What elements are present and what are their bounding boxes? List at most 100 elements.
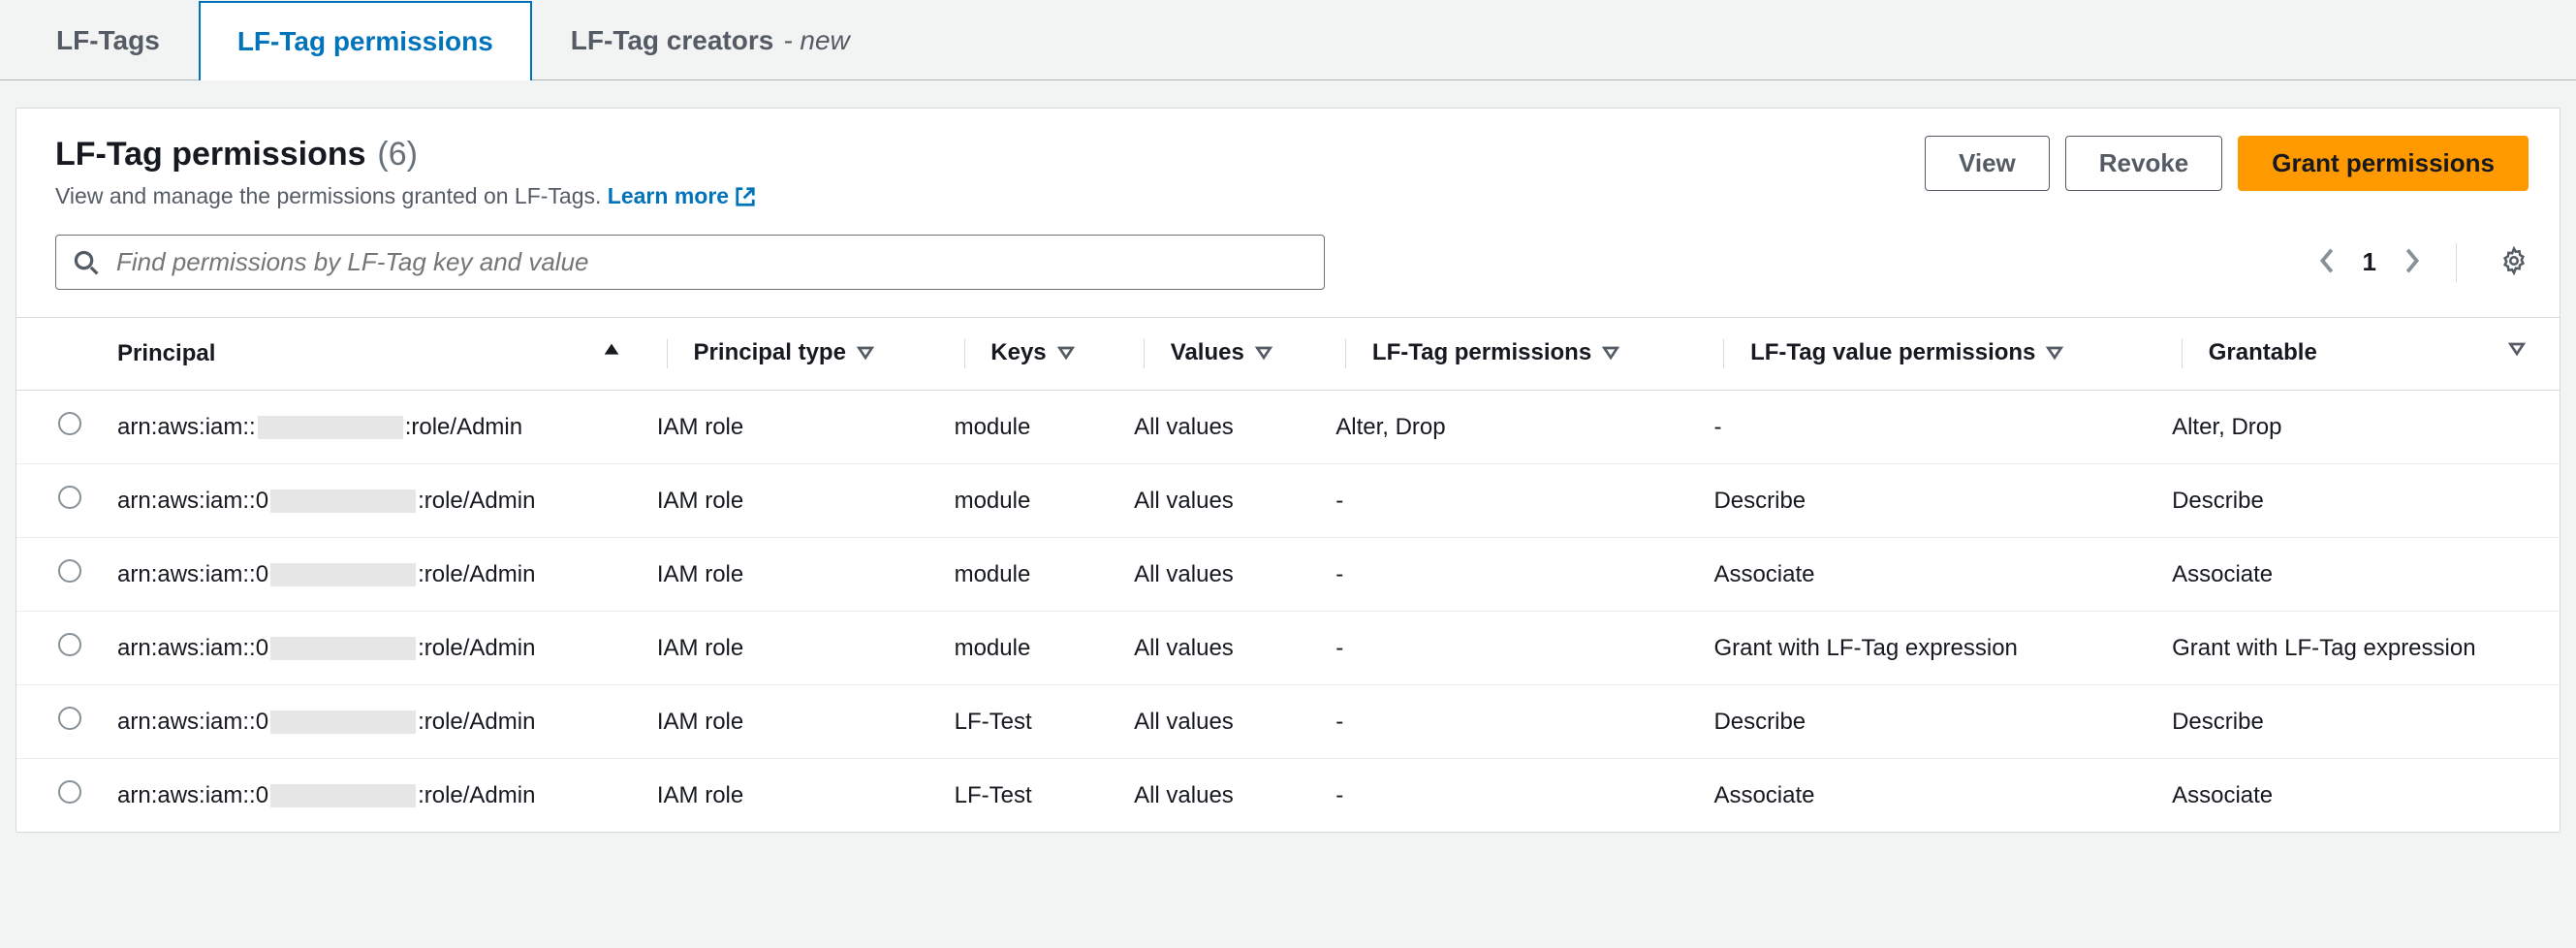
arn-prefix: arn:aws:iam::0	[117, 635, 268, 661]
arn-suffix: :role/Admin	[405, 414, 522, 440]
settings-button[interactable]	[2499, 246, 2529, 278]
panel-header: LF-Tag permissions (6) View and manage t…	[16, 136, 2560, 209]
external-link-icon	[735, 186, 756, 207]
learn-more-label: Learn more	[608, 183, 729, 209]
cell-principal-type: IAM role	[644, 759, 941, 833]
cell-keys: module	[941, 464, 1121, 538]
toolbar: 1	[16, 235, 2560, 290]
cell-lftag-value-permissions: Describe	[1700, 464, 2158, 538]
col-principal[interactable]: Principal	[104, 318, 644, 391]
panel-title-wrap: LF-Tag permissions (6) View and manage t…	[55, 136, 756, 209]
sort-ascending-icon[interactable]	[601, 340, 622, 362]
col-select	[16, 318, 104, 391]
cell-keys: LF-Test	[941, 685, 1121, 759]
result-count: (6)	[377, 136, 418, 173]
row-radio[interactable]	[58, 707, 81, 730]
row-radio[interactable]	[58, 633, 81, 656]
search-container[interactable]	[55, 235, 1325, 290]
cell-principal: arn:aws:iam::0 :role/Admin	[104, 464, 644, 538]
row-radio[interactable]	[58, 412, 81, 435]
cell-lftag-permissions: -	[1322, 685, 1700, 759]
cell-lftag-value-permissions: Grant with LF-Tag expression	[1700, 612, 2158, 685]
filter-icon[interactable]	[1056, 343, 1076, 363]
filter-icon[interactable]	[2045, 343, 2064, 363]
row-radio[interactable]	[58, 780, 81, 804]
cell-lftag-value-permissions: Associate	[1700, 759, 2158, 833]
arn-redacted	[270, 711, 416, 734]
arn-suffix: :role/Admin	[418, 635, 535, 661]
arn-prefix: arn:aws:iam::0	[117, 488, 268, 514]
cell-grantable: Associate	[2158, 759, 2560, 833]
table-row[interactable]: arn:aws:iam::0 :role/Admin IAM rolemodule A…	[16, 538, 2560, 612]
cell-lftag-permissions: Alter, Drop	[1322, 391, 1700, 464]
cell-grantable: Associate	[2158, 538, 2560, 612]
row-radio[interactable]	[58, 559, 81, 583]
cell-grantable: Describe	[2158, 464, 2560, 538]
filter-icon[interactable]	[1601, 343, 1620, 363]
arn-prefix: arn:aws:iam::0	[117, 782, 268, 808]
cell-principal: arn:aws:iam::0:role/Admin	[104, 759, 644, 833]
arn-redacted	[258, 416, 403, 439]
chevron-right-icon	[2402, 246, 2421, 275]
filter-icon[interactable]	[856, 343, 875, 363]
cell-principal-type: IAM role	[644, 538, 941, 612]
cell-keys: LF-Test	[941, 759, 1121, 833]
tab-lf-tags[interactable]: LF-Tags	[17, 0, 199, 79]
search-icon	[74, 250, 99, 275]
table-row[interactable]: arn:aws:iam::0:role/AdminIAM roleLF-Test…	[16, 759, 2560, 833]
arn-prefix: arn:aws:iam::	[117, 414, 256, 440]
pagination: 1	[2318, 243, 2529, 282]
filter-icon[interactable]	[2507, 339, 2527, 359]
cell-values: All values	[1120, 685, 1322, 759]
table-row[interactable]: arn:aws:iam:::role/Admin IAM rolemodule Al…	[16, 391, 2560, 464]
col-keys[interactable]: Keys	[941, 318, 1121, 391]
col-values[interactable]: Values	[1120, 318, 1322, 391]
cell-values: All values	[1120, 612, 1322, 685]
new-badge: - new	[783, 25, 849, 56]
col-lftag-value-permissions[interactable]: LF-Tag value permissions	[1700, 318, 2158, 391]
tab-label: LF-Tag permissions	[237, 26, 493, 57]
arn-redacted	[270, 784, 416, 807]
col-principal-type-label: Principal type	[694, 339, 846, 366]
arn-prefix: arn:aws:iam::0	[117, 561, 268, 587]
col-lftag-value-permissions-label: LF-Tag value permissions	[1750, 339, 2035, 366]
grant-permissions-button[interactable]: Grant permissions	[2238, 136, 2529, 191]
view-button[interactable]: View	[1925, 136, 2050, 191]
cell-keys: module	[941, 538, 1121, 612]
tab-lf-tag-creators[interactable]: LF-Tag creators - new	[532, 0, 889, 79]
col-grantable-label: Grantable	[2209, 339, 2317, 366]
cell-lftag-permissions: -	[1322, 612, 1700, 685]
row-radio[interactable]	[58, 486, 81, 509]
permissions-table: Principal Principal type	[16, 317, 2560, 832]
cell-grantable: Alter, Drop	[2158, 391, 2560, 464]
description-text: View and manage the permissions granted …	[55, 183, 601, 208]
gear-icon	[2499, 246, 2529, 275]
cell-lftag-permissions: -	[1322, 464, 1700, 538]
col-lftag-permissions[interactable]: LF-Tag permissions	[1322, 318, 1700, 391]
cell-keys: module	[941, 391, 1121, 464]
tab-lf-tag-permissions[interactable]: LF-Tag permissions	[199, 1, 532, 80]
arn-redacted	[270, 563, 416, 586]
next-page-button[interactable]	[2402, 246, 2421, 278]
cell-principal-type: IAM role	[644, 391, 941, 464]
cell-principal-type: IAM role	[644, 612, 941, 685]
cell-principal-type: IAM role	[644, 685, 941, 759]
col-grantable[interactable]: Grantable	[2158, 318, 2560, 391]
table-row[interactable]: arn:aws:iam::0:role/AdminIAM roleLF-Test…	[16, 685, 2560, 759]
arn-suffix: :role/Admin	[418, 561, 535, 587]
prev-page-button[interactable]	[2318, 246, 2338, 278]
col-keys-label: Keys	[990, 339, 1046, 366]
tabs-bar: LF-Tags LF-Tag permissions LF-Tag creato…	[0, 0, 2576, 80]
col-principal-type[interactable]: Principal type	[644, 318, 941, 391]
learn-more-link[interactable]: Learn more	[608, 183, 756, 209]
cell-lftag-value-permissions: -	[1700, 391, 2158, 464]
cell-principal: arn:aws:iam::0:role/Admin	[104, 685, 644, 759]
col-principal-label: Principal	[117, 340, 215, 367]
filter-icon[interactable]	[1254, 343, 1273, 363]
search-input[interactable]	[116, 247, 1306, 277]
cell-lftag-permissions: -	[1322, 538, 1700, 612]
table-row[interactable]: arn:aws:iam::0:role/AdminIAM rolemoduleA…	[16, 612, 2560, 685]
revoke-button[interactable]: Revoke	[2065, 136, 2223, 191]
table-row[interactable]: arn:aws:iam::0:role/AdminIAM rolemoduleA…	[16, 464, 2560, 538]
arn-suffix: :role/Admin	[418, 488, 535, 514]
